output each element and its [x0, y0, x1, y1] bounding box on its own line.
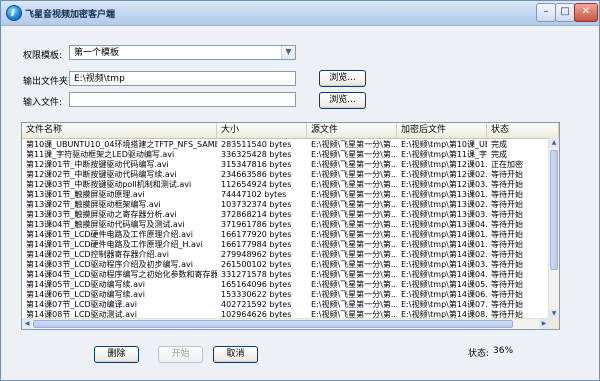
- scroll-right-icon[interactable]: ▶: [539, 319, 549, 329]
- cancel-button[interactable]: 取消: [213, 346, 258, 363]
- main-window: 飞星音视频加密客户端 – □ ✕ 权限模板: 第一个模板 ▼ 输出文件夹: E:…: [0, 0, 600, 381]
- start-button[interactable]: 开始: [158, 346, 203, 363]
- template-select-value: 第一个模板: [74, 48, 120, 58]
- output-folder-field[interactable]: E:\视频\tmp: [69, 71, 296, 86]
- column-header-encrypted[interactable]: 加密后文件: [397, 123, 487, 138]
- status-label: 状态:: [468, 349, 490, 359]
- input-file-label: 输入文件:: [23, 98, 63, 108]
- template-select[interactable]: 第一个模板 ▼: [69, 45, 296, 60]
- delete-button[interactable]: 删除: [94, 346, 139, 363]
- browse-input-button[interactable]: 浏览...: [319, 92, 366, 109]
- output-folder-label: 输出文件夹:: [23, 77, 72, 87]
- status-progress-value: 36%: [493, 346, 514, 356]
- table-header: 文件名称 大小 源文件 加密后文件 状态: [22, 123, 559, 139]
- scrollbar-corner: [549, 319, 559, 329]
- chevron-down-icon[interactable]: ▼: [281, 46, 295, 59]
- scroll-up-icon[interactable]: ▲: [549, 138, 559, 148]
- app-logo-icon: [6, 5, 22, 21]
- minimize-button[interactable]: –: [536, 3, 556, 22]
- scroll-left-icon[interactable]: ◀: [22, 319, 32, 329]
- vertical-scrollbar[interactable]: ▲ ▼: [548, 138, 559, 319]
- horizontal-scrollbar[interactable]: ◀ ▶: [22, 318, 549, 329]
- browse-output-button[interactable]: 浏览...: [319, 70, 366, 87]
- window-title: 飞星音视频加密客户端: [25, 10, 116, 20]
- vertical-scroll-thumb[interactable]: [550, 150, 558, 270]
- scroll-down-icon[interactable]: ▼: [549, 309, 559, 319]
- column-header-filename[interactable]: 文件名称: [22, 123, 217, 138]
- template-label: 权限模板:: [23, 51, 63, 61]
- maximize-button[interactable]: □: [555, 3, 575, 22]
- column-header-status[interactable]: 状态: [487, 123, 559, 138]
- column-header-size[interactable]: 大小: [217, 123, 307, 138]
- close-button[interactable]: ✕: [574, 3, 598, 22]
- column-header-source[interactable]: 源文件: [307, 123, 397, 138]
- table-body: 第10课_UBUNTU10_04环境搭建之TFTP_NFS_SAMBA.avi2…: [22, 139, 549, 319]
- title-bar[interactable]: 飞星音视频加密客户端 – □ ✕: [1, 1, 599, 26]
- horizontal-scroll-thumb[interactable]: [33, 320, 513, 328]
- file-table[interactable]: 文件名称 大小 源文件 加密后文件 状态 第10课_UBUNTU10_04环境搭…: [21, 122, 560, 330]
- input-file-field[interactable]: [69, 92, 296, 107]
